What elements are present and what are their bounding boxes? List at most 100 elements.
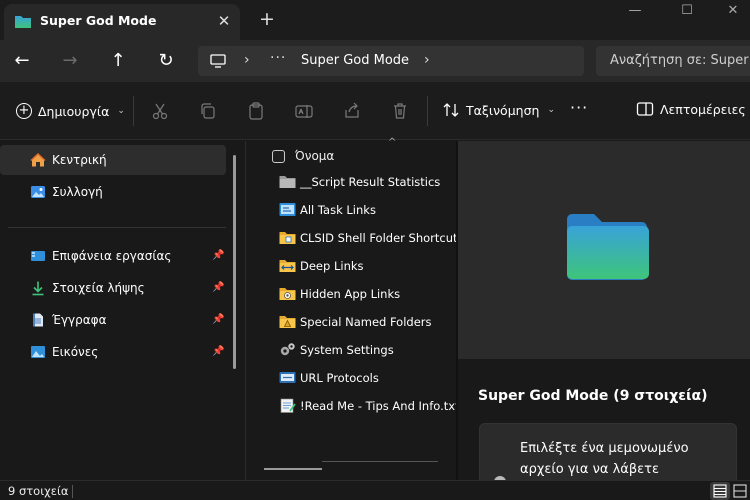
new-button[interactable]: + Δημιουργία ⌄ [16, 101, 125, 121]
details-pane-button[interactable]: Λεπτομέρειες [636, 101, 746, 117]
share-icon[interactable] [342, 101, 362, 121]
search-box[interactable]: Αναζήτηση σε: Super God Mode [596, 46, 750, 76]
minimize-button[interactable]: — [612, 0, 658, 26]
file-name: Hidden App Links [300, 287, 401, 301]
deep-links-folder-icon [279, 260, 296, 272]
file-name: All Task Links [300, 203, 376, 217]
tab-super-god-mode[interactable]: Super God Mode ✕ [4, 4, 240, 40]
forward-button[interactable]: → [58, 49, 82, 73]
preview-area [458, 141, 750, 359]
rename-icon[interactable] [294, 101, 314, 121]
title-bar: Super God Mode ✕ + — ☐ ✕ [0, 0, 750, 40]
monitor-icon [210, 54, 226, 68]
list-view-icon [713, 484, 727, 498]
gears-icon [280, 343, 295, 356]
new-tab-button[interactable]: + [256, 9, 278, 31]
task-links-icon [279, 203, 296, 216]
sidebar-item-gallery[interactable]: Συλλογή [0, 177, 226, 207]
list-item[interactable]: Special Named Folders [276, 311, 456, 333]
up-button[interactable]: ↑ [106, 49, 130, 73]
tiles-view-icon [733, 484, 747, 498]
search-input[interactable]: Αναζήτηση σε: Super God Mode [610, 53, 750, 68]
navigation-pane: Κεντρική Συλλογή Επιφάνεια εργασίας 📌 Στ… [0, 141, 245, 480]
file-name: __Script Result Statistics [300, 175, 441, 189]
file-name: Deep Links [300, 259, 364, 273]
details-hint-text: Επιλέξτε ένα μεμονωμένο αρχείο για να λά… [520, 441, 689, 477]
sort-button[interactable]: Ταξινόμηση ⌄ [442, 101, 555, 119]
more-options-button[interactable]: ··· [570, 98, 588, 117]
pin-icon[interactable]: 📌 [212, 282, 224, 294]
plus-icon: + [16, 103, 32, 119]
list-item[interactable]: !Read Me - Tips And Info.txt [276, 395, 460, 417]
sort-label: Ταξινόμηση [466, 102, 540, 118]
sidebar-item-label: Εικόνες [52, 345, 99, 359]
sidebar-item-label: Συλλογή [52, 185, 103, 199]
details-pane-icon [636, 102, 654, 116]
sort-ascending-icon: ^ [388, 137, 397, 148]
notepad-icon [280, 398, 296, 413]
hidden-app-folder-icon [279, 288, 296, 300]
tiles-view-button[interactable] [730, 482, 750, 500]
column-header-name[interactable]: Όνομα [272, 145, 334, 167]
chevron-right-icon[interactable]: › [424, 52, 430, 68]
file-list: Όνομα ^ __Script Result Statistics All T… [246, 137, 464, 480]
url-protocols-icon [279, 372, 296, 383]
special-folder-icon [279, 316, 296, 328]
address-current-folder[interactable]: Super God Mode [301, 53, 409, 68]
sidebar-item-desktop[interactable]: Επιφάνεια εργασίας 📌 [0, 241, 226, 271]
sidebar-item-pictures[interactable]: Εικόνες 📌 [0, 337, 226, 367]
copy-icon[interactable] [198, 101, 218, 121]
cut-icon[interactable] [150, 101, 170, 121]
sidebar-item-label: Κεντρική [52, 153, 107, 167]
pictures-icon [31, 346, 45, 358]
details-view-button[interactable] [710, 482, 730, 500]
horizontal-scrollbar-thumb[interactable] [264, 468, 322, 470]
clsid-folder-icon [279, 232, 296, 244]
list-item[interactable]: __Script Result Statistics [276, 171, 456, 193]
pin-icon[interactable]: 📌 [212, 314, 224, 326]
back-button[interactable]: ← [10, 49, 34, 73]
downloads-icon [32, 281, 44, 296]
pin-icon[interactable]: 📌 [212, 346, 224, 358]
chevron-down-icon: ⌄ [547, 105, 555, 115]
horizontal-scrollbar-track[interactable] [322, 461, 438, 462]
overflow-icon[interactable]: ··· [270, 50, 286, 66]
list-item[interactable]: All Task Links [276, 199, 456, 221]
grey-folder-icon [279, 176, 296, 188]
file-name: URL Protocols [300, 371, 379, 385]
refresh-button[interactable]: ↻ [154, 49, 178, 73]
close-window-button[interactable]: ✕ [710, 0, 750, 26]
divider [133, 96, 134, 126]
gallery-icon [31, 186, 45, 198]
file-name: Special Named Folders [300, 315, 432, 329]
select-all-checkbox[interactable] [272, 149, 285, 163]
divider [72, 485, 73, 498]
close-tab-icon[interactable]: ✕ [214, 11, 234, 31]
folder-icon [15, 16, 31, 28]
list-item[interactable]: Hidden App Links [276, 283, 456, 305]
sidebar-item-documents[interactable]: Έγγραφα 📌 [0, 305, 226, 335]
maximize-button[interactable]: ☐ [664, 0, 710, 26]
list-item[interactable]: CLSID Shell Folder Shortcuts [276, 227, 464, 249]
command-bar: + Δημιουργία ⌄ Ταξινόμηση ⌄ ··· Λεπτομέρ… [0, 82, 750, 140]
sidebar-item-home[interactable]: Κεντρική [0, 145, 226, 175]
list-item[interactable]: URL Protocols [276, 367, 456, 389]
delete-icon[interactable] [390, 101, 410, 121]
chevron-down-icon: ⌄ [117, 106, 125, 116]
file-name: CLSID Shell Folder Shortcuts [300, 231, 464, 245]
file-name: !Read Me - Tips And Info.txt [300, 399, 460, 413]
chevron-right-icon[interactable]: › [244, 52, 250, 68]
sidebar-scrollbar[interactable] [233, 155, 236, 369]
paste-icon[interactable] [246, 101, 266, 121]
details-title: Super God Mode (9 στοιχεία) [478, 388, 708, 404]
list-item[interactable]: System Settings [276, 339, 456, 361]
address-bar[interactable]: › ··· Super God Mode › [198, 46, 584, 76]
details-pane: Super God Mode (9 στοιχεία) Επιλέξτε ένα… [458, 141, 750, 493]
folder-icon [567, 214, 649, 280]
pin-icon[interactable]: 📌 [212, 250, 224, 262]
sidebar-item-downloads[interactable]: Στοιχεία λήψης 📌 [0, 273, 226, 303]
new-label: Δημιουργία [38, 103, 110, 119]
divider [8, 227, 226, 228]
desktop-icon [31, 251, 45, 261]
list-item[interactable]: Deep Links [276, 255, 456, 277]
